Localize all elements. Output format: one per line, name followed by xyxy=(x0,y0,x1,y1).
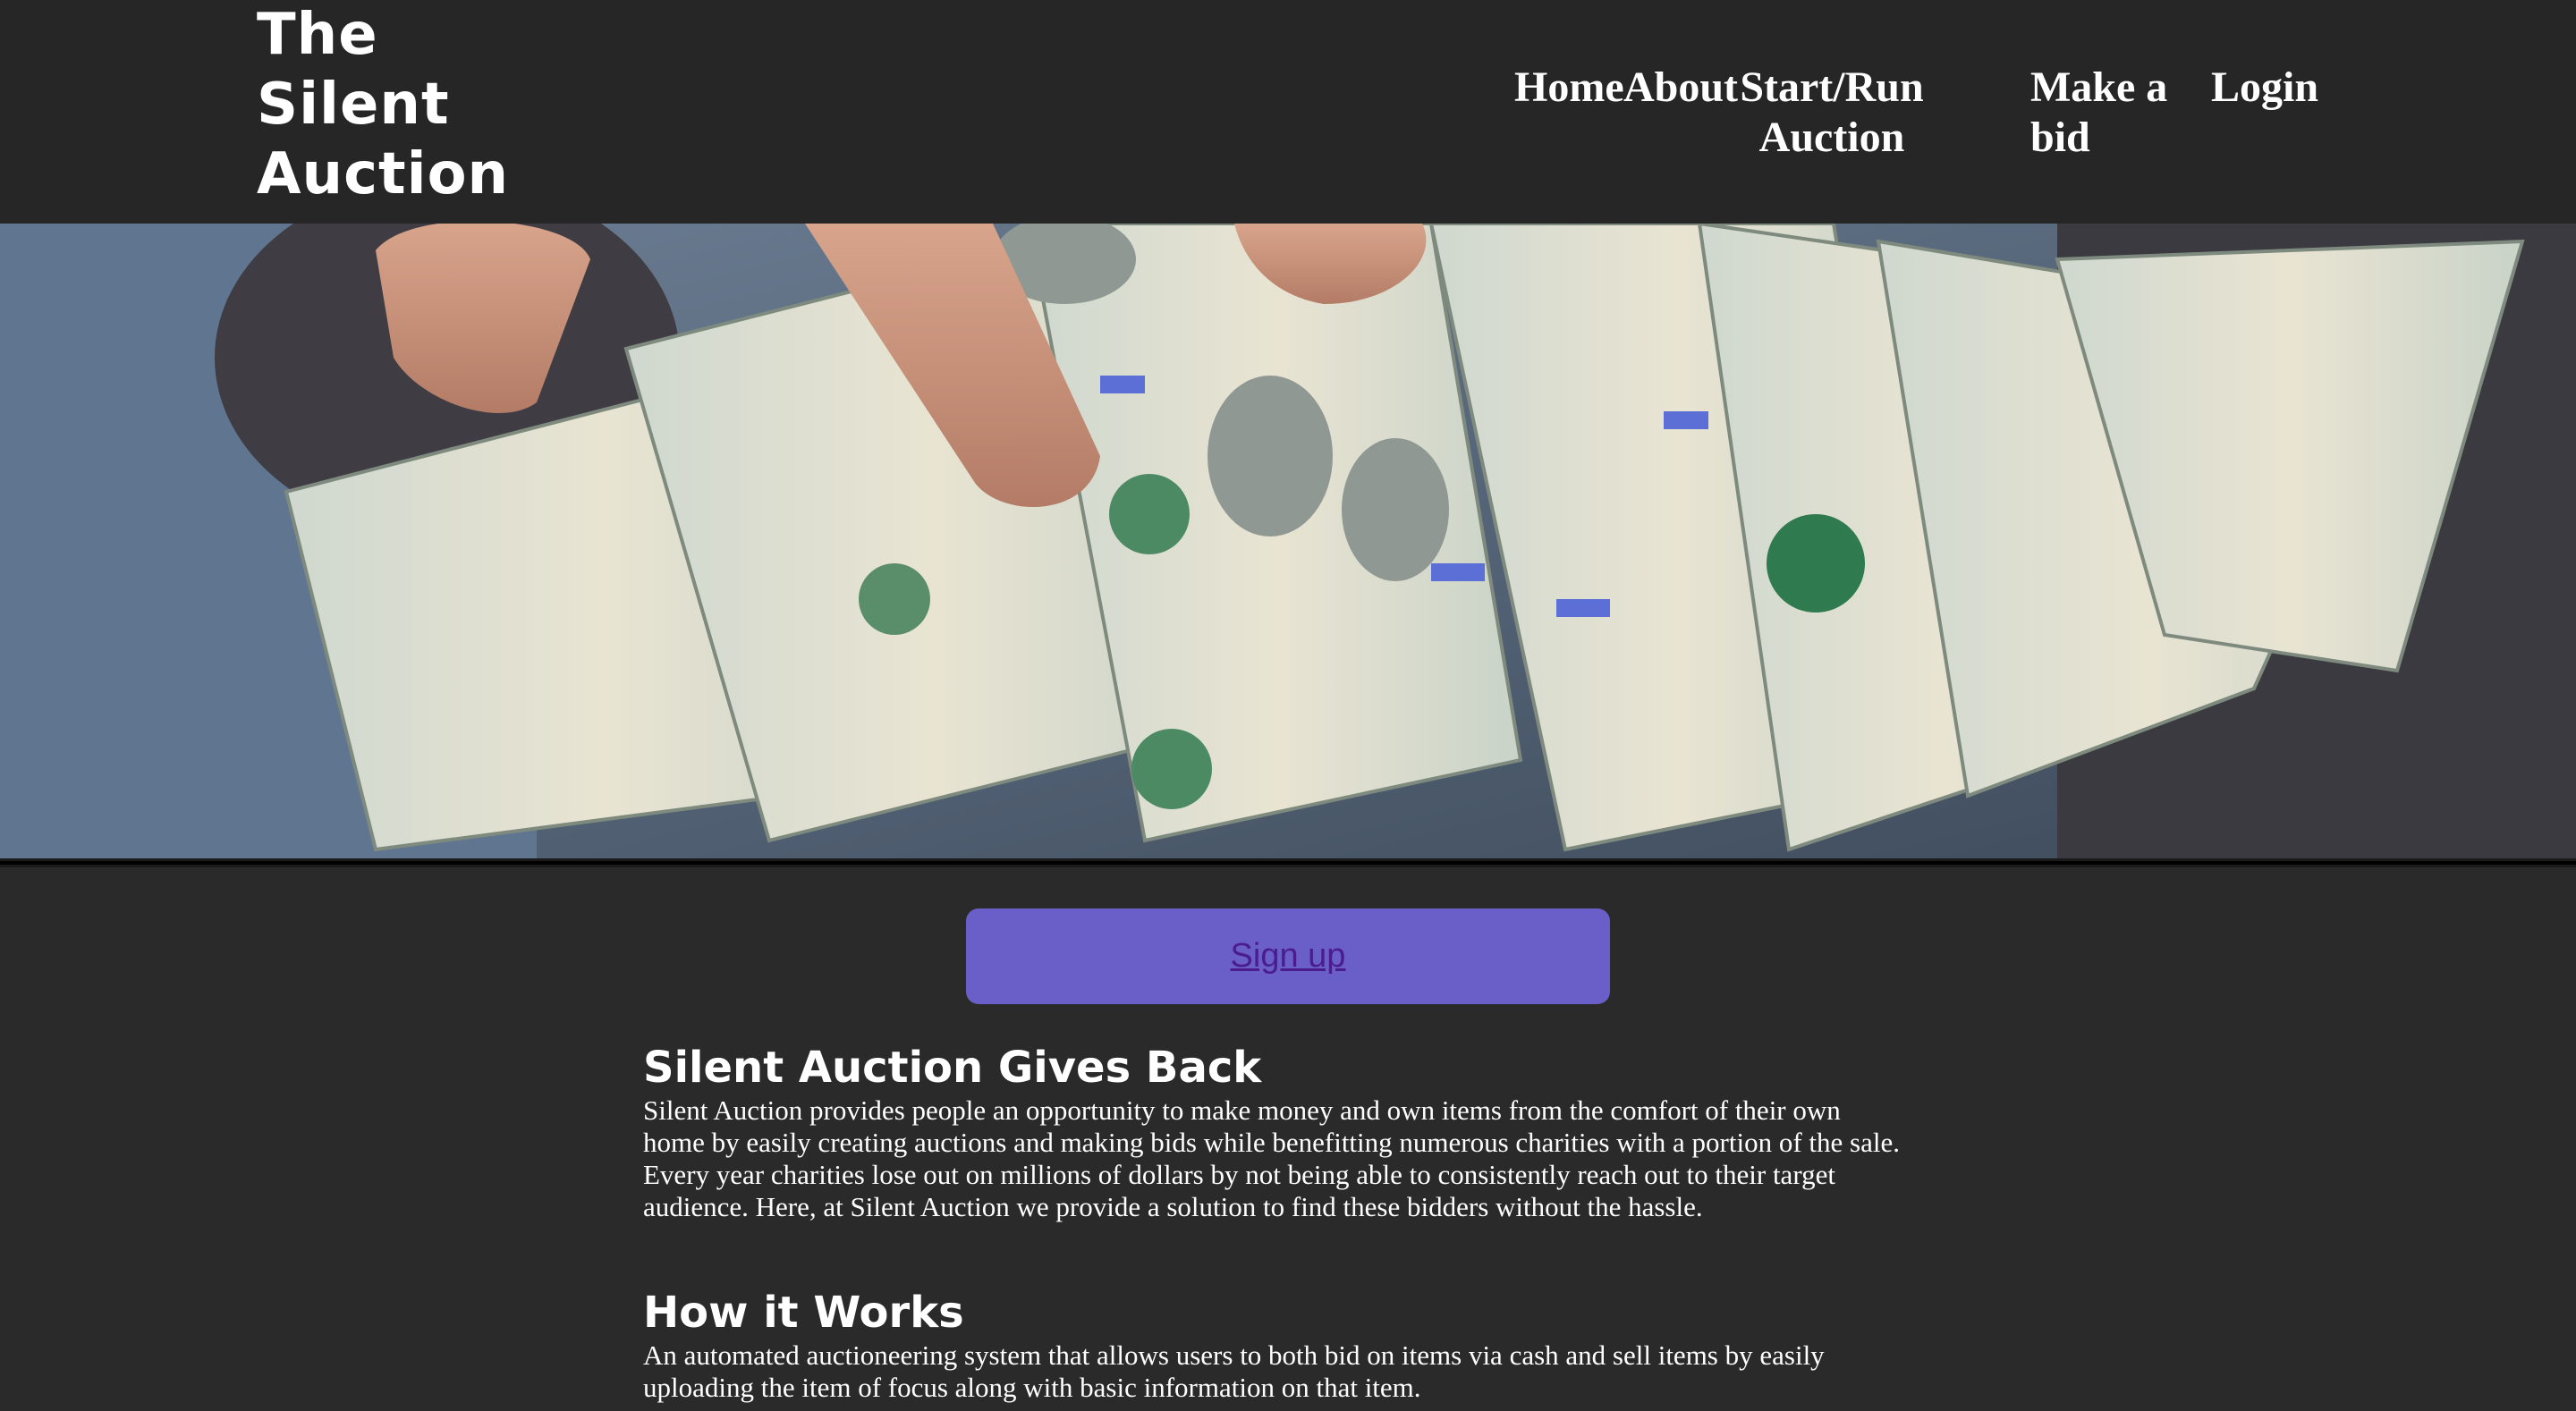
nav-make-bid-line1: Make a xyxy=(2030,63,2168,111)
logo-line-the: The xyxy=(257,2,378,68)
hero-money-illustration xyxy=(0,224,2576,858)
section-title-gives-back: Silent Auction Gives Back xyxy=(643,1043,1262,1093)
nav-make-a-bid[interactable]: Make a bid xyxy=(2030,63,2167,163)
signup-link[interactable]: Sign up xyxy=(1231,937,1346,976)
section-body-how-it-works: An automated auctioneering system that a… xyxy=(643,1339,1825,1403)
signup-button[interactable]: Sign up xyxy=(966,908,1610,1004)
nav-make-bid-line2: bid xyxy=(2030,114,2090,161)
hero-divider xyxy=(0,858,2576,867)
nav-home[interactable]: Home xyxy=(1514,63,1624,113)
logo-line-silent: Silent xyxy=(257,72,450,138)
site-header: The Silent Auction Home About Start/Run … xyxy=(0,0,2576,224)
nav-about[interactable]: About xyxy=(1623,63,1738,113)
section-title-how-it-works: How it Works xyxy=(643,1288,964,1338)
nav-start-run-line1: Start/Run xyxy=(1740,63,1924,111)
logo-line-auction: Auction xyxy=(257,141,510,207)
site-logo[interactable]: The Silent Auction xyxy=(257,0,543,209)
nav-start-run-line2: Auction xyxy=(1758,114,1905,161)
section-body-gives-back: Silent Auction provides people an opport… xyxy=(643,1094,1900,1222)
nav-start-run-auction[interactable]: Start/Run Auction xyxy=(1738,63,1926,163)
nav-login[interactable]: Login xyxy=(2211,63,2318,113)
hero-banner-image xyxy=(0,224,2576,858)
